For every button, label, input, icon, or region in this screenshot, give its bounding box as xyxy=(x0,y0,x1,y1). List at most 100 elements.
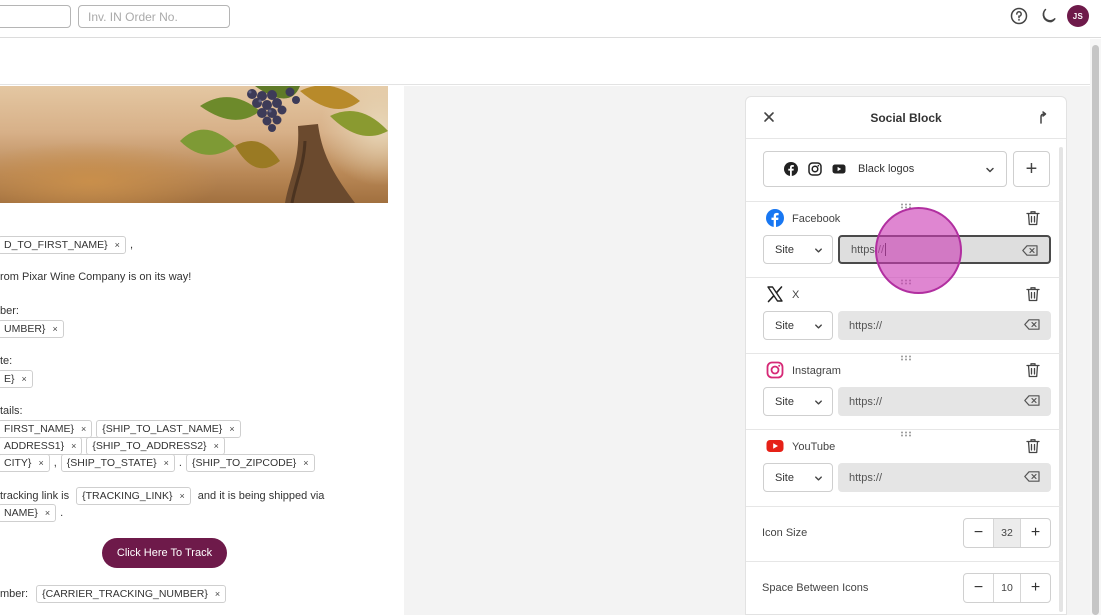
link-type-select[interactable]: Site xyxy=(763,463,833,492)
x-logo-icon xyxy=(767,286,783,303)
panel-title: Social Block xyxy=(870,111,942,125)
clear-input-icon[interactable] xyxy=(1022,245,1038,256)
icon-size-label: Icon Size xyxy=(762,527,808,539)
order-number-input[interactable]: Inv. IN Order No. xyxy=(78,5,230,28)
merge-tag[interactable]: CITY} × xyxy=(0,454,50,472)
remove-tag-icon[interactable]: × xyxy=(303,458,308,468)
network-instagram: Instagram Site https:// xyxy=(746,353,1062,429)
remove-tag-icon[interactable]: × xyxy=(164,458,169,468)
remove-tag-icon[interactable]: × xyxy=(52,324,57,334)
youtube-url-input[interactable]: https:// xyxy=(838,463,1051,492)
icon-spacing-control: Space Between Icons − 10 + xyxy=(746,561,1062,614)
tracking-number-row: mber: {CARRIER_TRACKING_NUMBER} × xyxy=(0,585,227,603)
search-input[interactable] xyxy=(0,5,71,28)
drag-handle-icon[interactable] xyxy=(900,431,912,437)
page-scrollbar[interactable] xyxy=(1090,39,1101,615)
remove-tag-icon[interactable]: × xyxy=(215,589,220,599)
chevron-down-icon xyxy=(815,400,822,405)
decrement-button[interactable]: − xyxy=(964,519,993,547)
icon-style-select[interactable]: Black logos xyxy=(763,151,1007,187)
trash-icon[interactable] xyxy=(1026,210,1040,226)
chevron-down-icon xyxy=(815,324,822,329)
remove-tag-icon[interactable]: × xyxy=(214,441,219,451)
merge-tag[interactable]: D_TO_FIRST_NAME} × xyxy=(0,236,126,254)
icon-size-stepper: − 32 + xyxy=(963,518,1051,548)
merge-tag[interactable]: {TRACKING_LINK} × xyxy=(76,487,191,505)
order-date-label: te: xyxy=(0,355,13,367)
network-name: Facebook xyxy=(792,213,841,225)
facebook-icon xyxy=(784,162,798,176)
social-block-panel: Social Block Black logos + Facebook Site… xyxy=(745,96,1067,615)
hero-image[interactable] xyxy=(0,86,388,203)
tracking-suffix-text: and it is being shipped via xyxy=(197,490,325,502)
scrollbar-thumb[interactable] xyxy=(1092,45,1099,615)
link-type-select[interactable]: Site xyxy=(763,235,833,264)
remove-tag-icon[interactable]: × xyxy=(45,508,50,518)
email-preview: D_TO_FIRST_NAME} × , rom Pixar Wine Compa… xyxy=(0,86,404,615)
separator: , xyxy=(53,457,57,469)
instagram-icon xyxy=(808,162,822,176)
merge-tag[interactable]: FIRST_NAME} × xyxy=(0,420,93,438)
help-circle-icon[interactable] xyxy=(1009,7,1028,26)
top-bar: Inv. IN Order No. JS xyxy=(0,0,1101,38)
tracking-link-row: tracking link is {TRACKING_LINK} × and it… xyxy=(0,487,324,505)
greeting-comma: , xyxy=(129,239,133,251)
merge-tag[interactable]: {CARRIER_TRACKING_NUMBER} × xyxy=(36,585,227,603)
clear-input-icon[interactable] xyxy=(1024,319,1040,330)
decrement-button[interactable]: − xyxy=(964,574,993,602)
add-network-button[interactable]: + xyxy=(1013,151,1050,187)
remove-tag-icon[interactable]: × xyxy=(71,441,76,451)
network-name: Instagram xyxy=(792,365,841,377)
ship-address-row: ADDRESS1} × {SHIP_TO_ADDRESS2} × xyxy=(0,437,225,455)
merge-tag[interactable]: {SHIP_TO_LAST_NAME} × xyxy=(96,420,241,438)
icon-spacing-stepper: − 10 + xyxy=(963,573,1051,603)
on-its-way-text: rom Pixar Wine Company is on its way! xyxy=(0,271,192,283)
trash-icon[interactable] xyxy=(1026,438,1040,454)
x-url-input[interactable]: https:// xyxy=(838,311,1051,340)
shipping-details-label: tails: xyxy=(0,405,23,417)
merge-tag[interactable]: {SHIP_TO_STATE} × xyxy=(60,454,175,472)
remove-tag-icon[interactable]: × xyxy=(115,240,120,250)
merge-tag[interactable]: {SHIP_TO_ZIPCODE} × xyxy=(185,454,315,472)
icon-size-value[interactable]: 32 xyxy=(993,519,1021,547)
icon-spacing-label: Space Between Icons xyxy=(762,582,869,594)
clear-input-icon[interactable] xyxy=(1024,395,1040,406)
remove-tag-icon[interactable]: × xyxy=(180,491,185,501)
remove-tag-icon[interactable]: × xyxy=(81,424,86,434)
ship-name-row: FIRST_NAME} × {SHIP_TO_LAST_NAME} × xyxy=(0,420,241,438)
drag-handle-icon[interactable] xyxy=(900,355,912,361)
panel-header: Social Block xyxy=(746,97,1066,139)
increment-button[interactable]: + xyxy=(1021,574,1050,602)
icon-spacing-value[interactable]: 10 xyxy=(993,574,1021,602)
collapse-icon[interactable] xyxy=(1035,110,1049,124)
tracking-prefix-text: tracking link is xyxy=(0,490,70,502)
merge-tag[interactable]: E} × xyxy=(0,370,33,388)
avatar[interactable]: JS xyxy=(1067,5,1089,27)
chevron-down-icon xyxy=(815,248,822,253)
remove-tag-icon[interactable]: × xyxy=(22,374,27,384)
chevron-down-icon xyxy=(986,167,994,173)
merge-tag[interactable]: UMBER} × xyxy=(0,320,64,338)
separator: . xyxy=(60,507,64,519)
carrier-row: NAME} × . xyxy=(0,504,63,522)
icon-size-control: Icon Size − 32 + xyxy=(746,506,1062,560)
chevron-down-icon xyxy=(815,476,822,481)
increment-button[interactable]: + xyxy=(1021,519,1050,547)
merge-tag[interactable]: {SHIP_TO_ADDRESS2} × xyxy=(86,437,225,455)
separator: . xyxy=(178,457,182,469)
clear-input-icon[interactable] xyxy=(1024,471,1040,482)
click-indicator xyxy=(875,207,962,294)
moon-icon[interactable] xyxy=(1038,7,1057,26)
top-actions: JS xyxy=(1009,5,1089,27)
ship-city-row: CITY} × , {SHIP_TO_STATE} × . {SHIP_TO_ZIP… xyxy=(0,454,315,472)
link-type-select[interactable]: Site xyxy=(763,311,833,340)
remove-tag-icon[interactable]: × xyxy=(229,424,234,434)
remove-tag-icon[interactable]: × xyxy=(38,458,43,468)
merge-tag[interactable]: NAME} × xyxy=(0,504,57,522)
trash-icon[interactable] xyxy=(1026,286,1040,302)
merge-tag[interactable]: ADDRESS1} × xyxy=(0,437,83,455)
instagram-url-input[interactable]: https:// xyxy=(838,387,1051,416)
link-type-select[interactable]: Site xyxy=(763,387,833,416)
trash-icon[interactable] xyxy=(1026,362,1040,378)
track-button[interactable]: Click Here To Track xyxy=(102,538,227,568)
